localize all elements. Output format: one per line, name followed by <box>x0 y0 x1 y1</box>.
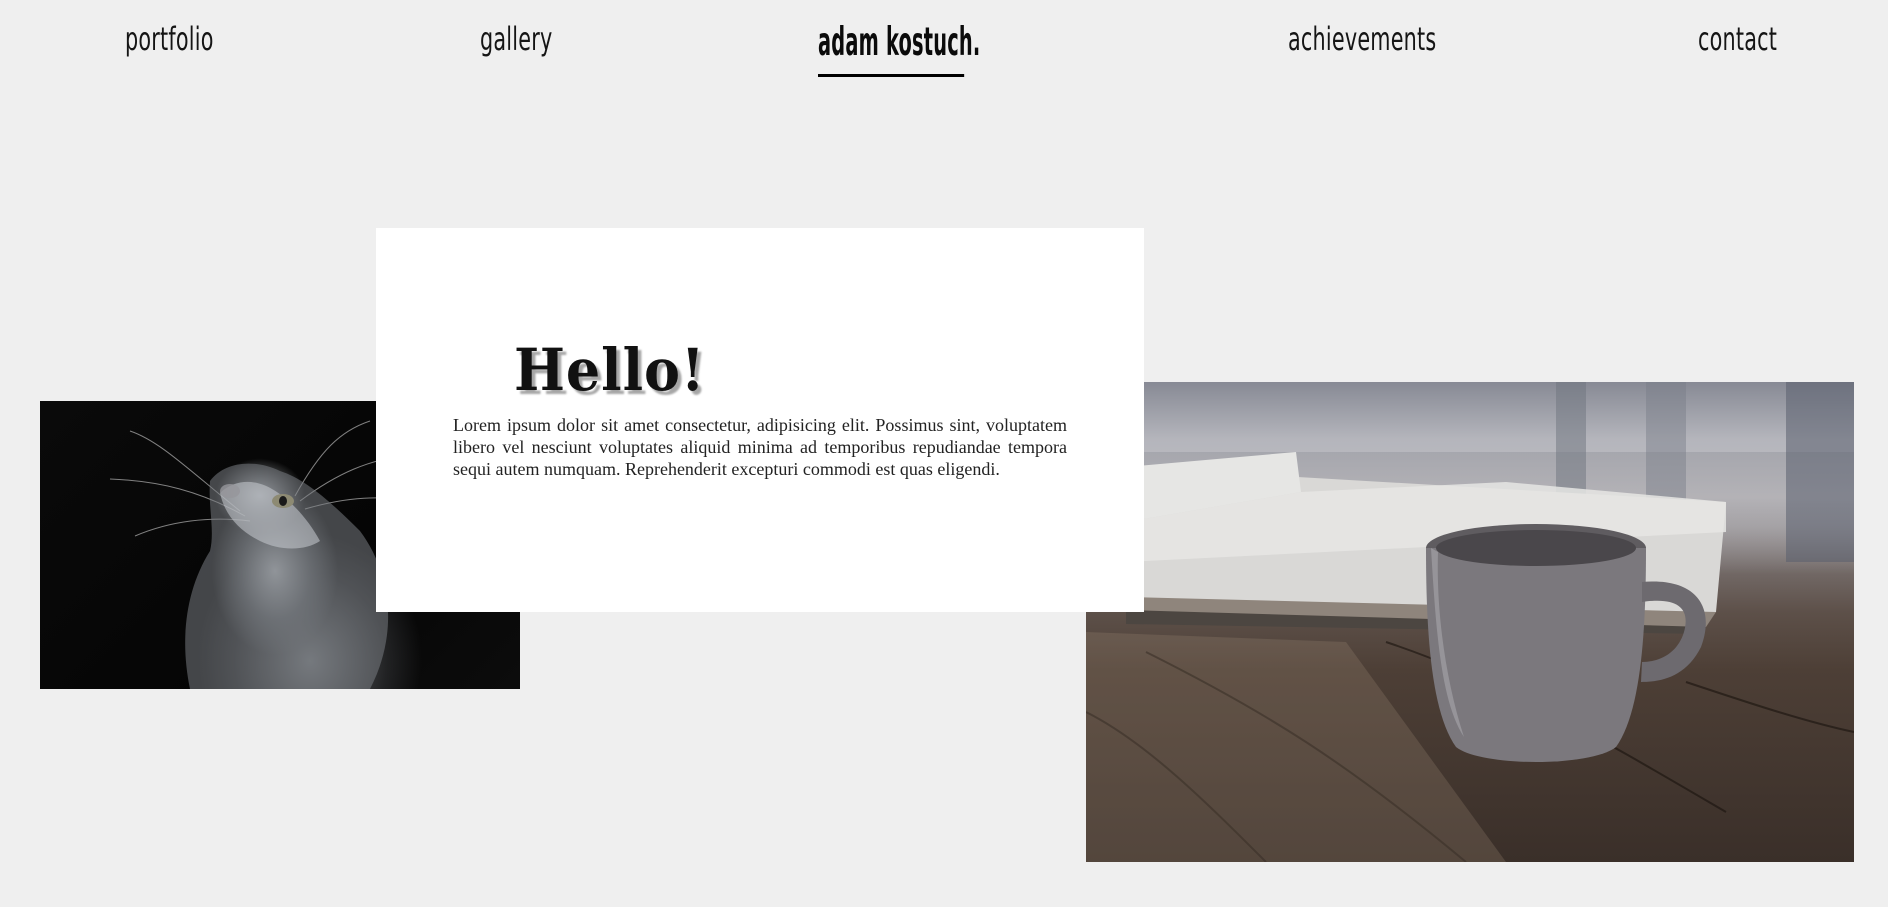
brand-underline <box>818 74 965 77</box>
nav-link-gallery[interactable]: gallery <box>480 20 552 58</box>
intro-card: Hello! Lorem ipsum dolor sit amet consec… <box>376 228 1144 612</box>
nav-link-achievements[interactable]: achievements <box>1288 20 1436 58</box>
brand-logo-link[interactable]: adam kostuch. <box>818 20 1053 77</box>
hero-heading: Hello! <box>514 336 706 404</box>
hero-body-text: Lorem ipsum dolor sit amet consectetur, … <box>453 415 1067 479</box>
nav-link-contact[interactable]: contact <box>1698 20 1777 58</box>
coffee-mug-photo <box>1086 382 1854 862</box>
main-navigation: portfolio gallery adam kostuch. achievem… <box>0 0 1888 90</box>
nav-link-portfolio[interactable]: portfolio <box>125 20 214 58</box>
brand-name: adam kostuch. <box>818 20 981 65</box>
